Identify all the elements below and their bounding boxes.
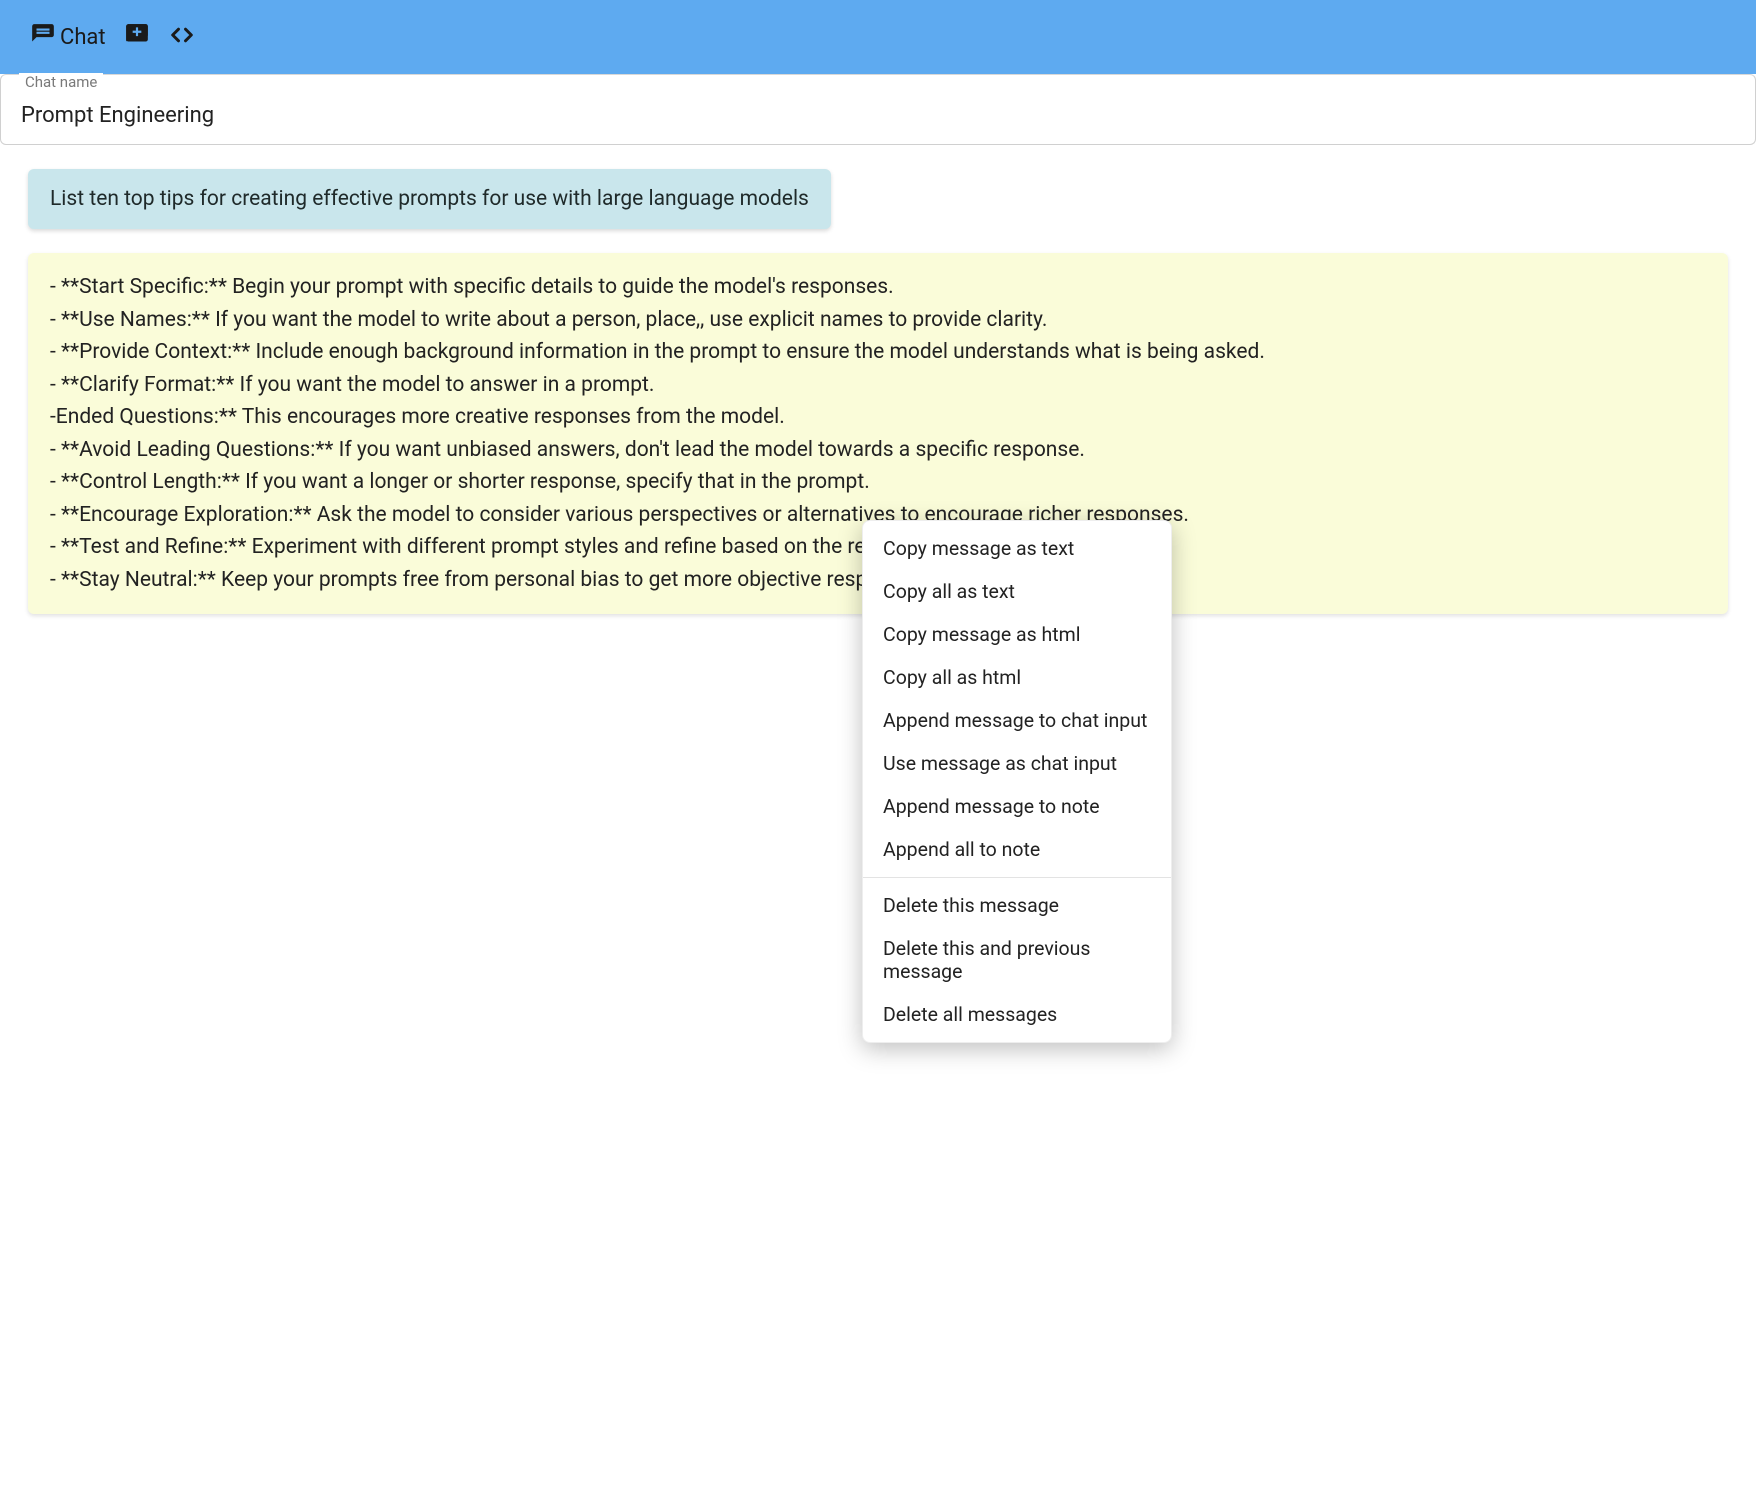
menu-copy-message-html[interactable]: Copy message as html <box>863 613 1171 656</box>
toolbar: Chat <box>0 0 1756 74</box>
menu-copy-message-text[interactable]: Copy message as text <box>863 527 1171 570</box>
menu-copy-all-html[interactable]: Copy all as html <box>863 656 1171 699</box>
menu-append-message-chat-input[interactable]: Append message to chat input <box>863 699 1171 742</box>
assistant-line: - **Clarify Format:** If you want the mo… <box>50 369 1706 402</box>
menu-use-message-chat-input[interactable]: Use message as chat input <box>863 742 1171 785</box>
context-menu-section-actions: Copy message as text Copy all as text Co… <box>863 521 1171 877</box>
menu-delete-this-previous[interactable]: Delete this and previous message <box>863 927 1171 993</box>
menu-copy-all-text[interactable]: Copy all as text <box>863 570 1171 613</box>
chat-icon <box>30 22 56 52</box>
context-menu: Copy message as text Copy all as text Co… <box>862 520 1172 1043</box>
new-chat-button[interactable] <box>124 22 150 52</box>
chat-name-legend: Chat name <box>19 73 103 91</box>
assistant-line: - **Avoid Leading Questions:** If you wa… <box>50 434 1706 467</box>
chat-name-field[interactable]: Chat name <box>0 74 1756 145</box>
assistant-line: - **Use Names:** If you want the model t… <box>50 304 1706 337</box>
chat-name-input[interactable] <box>21 103 1735 128</box>
context-menu-section-delete: Delete this message Delete this and prev… <box>863 878 1171 1042</box>
assistant-line: - **Provide Context:** Include enough ba… <box>50 336 1706 369</box>
assistant-line: - **Start Specific:** Begin your prompt … <box>50 271 1706 304</box>
menu-append-all-note[interactable]: Append all to note <box>863 828 1171 871</box>
menu-delete-all-messages[interactable]: Delete all messages <box>863 993 1171 1036</box>
add-chat-icon <box>124 22 150 52</box>
user-message[interactable]: List ten top tips for creating effective… <box>28 169 831 229</box>
chat-toolbar-item[interactable]: Chat <box>30 22 106 52</box>
code-icon <box>168 21 196 53</box>
chat-label: Chat <box>60 25 106 50</box>
code-button[interactable] <box>168 21 196 53</box>
menu-append-message-note[interactable]: Append message to note <box>863 785 1171 828</box>
assistant-line: -Ended Questions:** This encourages more… <box>50 401 1706 434</box>
assistant-line: - **Control Length:** If you want a long… <box>50 466 1706 499</box>
menu-delete-this-message[interactable]: Delete this message <box>863 884 1171 927</box>
